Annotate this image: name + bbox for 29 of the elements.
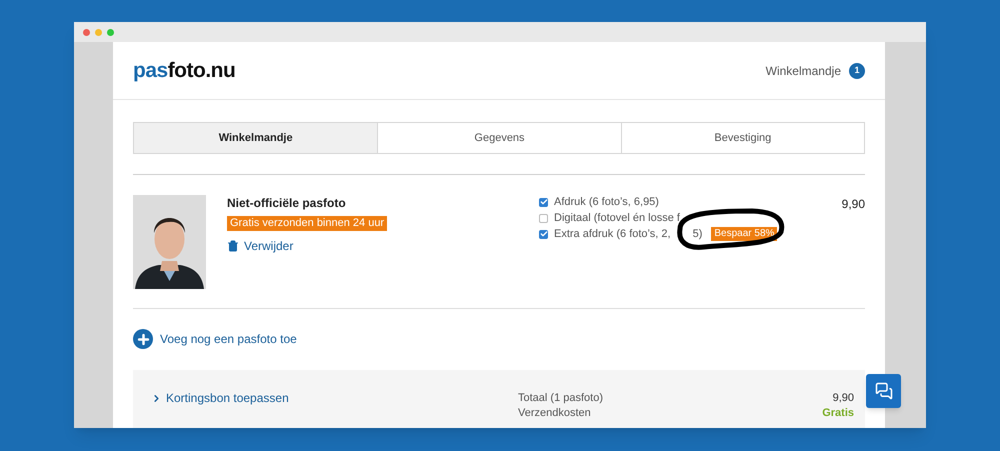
checkbox[interactable] (539, 214, 548, 222)
checkbox[interactable] (539, 230, 548, 238)
option-label: Digitaal (fotovel én losse f (554, 210, 680, 226)
savings-badge: Bespaar 58% (711, 227, 778, 241)
plus-icon (133, 329, 153, 349)
chat-icon (874, 382, 892, 400)
cart-link[interactable]: Winkelmandje (766, 62, 841, 80)
step-tab[interactable]: Winkelmandje (134, 123, 378, 153)
cart-count-badge: 1 (849, 62, 865, 78)
chat-button[interactable] (866, 374, 901, 408)
option-label: 5) (692, 226, 702, 242)
summary-value: 9,90 (832, 391, 854, 406)
checkbox[interactable] (539, 198, 548, 206)
window-control[interactable] (107, 28, 114, 36)
option-label: Afdruk (6 foto’s, 6,95) (554, 194, 659, 210)
add-photo-button[interactable]: Voeg nog een pasfoto toe (133, 329, 297, 349)
trash-icon (227, 240, 239, 252)
product-title: Niet-officiële pasfoto (227, 195, 346, 212)
option-label: Extra afdruk (6 foto’s, 2, (554, 226, 671, 242)
remove-button[interactable]: Verwijder (227, 237, 294, 255)
product-price: 9,90 (842, 196, 865, 213)
summary-value: Gratis (822, 406, 854, 421)
window-control[interactable] (95, 28, 102, 36)
summary-label: Verzendkosten (518, 406, 591, 421)
logo[interactable]: pasfoto.nu (133, 54, 236, 86)
shipping-badge: Gratis verzonden binnen 24 uur (227, 216, 388, 231)
discount-link[interactable]: Kortingsbon toepassen (151, 389, 289, 407)
window-control[interactable] (83, 28, 90, 36)
summary-label: Totaal (1 pasfoto) (518, 391, 603, 406)
